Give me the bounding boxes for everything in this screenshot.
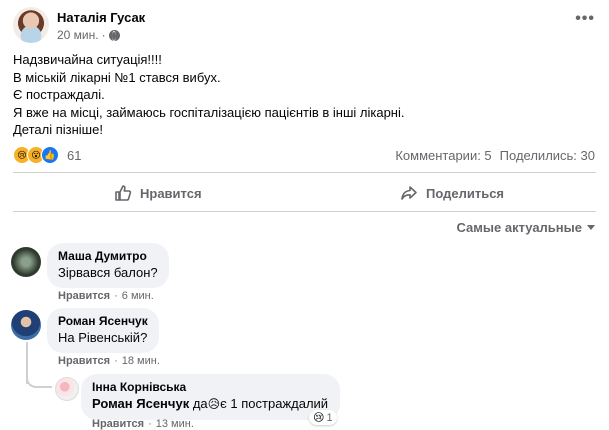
like-button[interactable]: Нравится	[114, 180, 202, 206]
caret-down-icon	[587, 225, 595, 230]
post-stats: Комментарии: 5 Поделились: 30	[395, 148, 595, 163]
replier-avatar[interactable]	[55, 377, 79, 401]
post-body: Надзвичайна ситуація!!!! В міській лікар…	[13, 51, 404, 139]
divider	[13, 211, 596, 212]
reply-reaction-badge[interactable]: 😢 1	[309, 410, 337, 425]
post-line: В міській лікарні №1 стався вибух.	[13, 69, 221, 85]
comment-like-link[interactable]: Нравится	[58, 290, 110, 302]
commenter-avatar[interactable]	[11, 247, 41, 277]
comment-text: Зірвався балон?	[58, 265, 158, 280]
commenter-name[interactable]: Маша Думитро	[58, 249, 158, 264]
meta-separator: ·	[114, 290, 118, 302]
reply-mention[interactable]: Роман Ясенчук	[92, 396, 189, 411]
shares-count[interactable]: Поделились: 30	[500, 148, 595, 163]
commenter-avatar[interactable]	[11, 310, 41, 340]
sad-emoji-icon: 😥	[207, 397, 221, 411]
share-button[interactable]: Поделиться	[400, 180, 504, 206]
meta-separator: ·	[114, 355, 118, 367]
share-button-label: Поделиться	[426, 185, 505, 201]
post-line: Надзвичайна ситуація!!!!	[13, 52, 162, 67]
comment-time[interactable]: 18 мин.	[122, 355, 160, 367]
post-meta: 20 мин. ·	[57, 28, 120, 42]
author-avatar[interactable]	[13, 7, 49, 43]
comment-meta: Нравится · 18 мин.	[58, 355, 160, 367]
comment-text: На Рівенській?	[58, 330, 148, 345]
post-time[interactable]: 20 мин.	[57, 28, 99, 42]
thumbs-up-icon	[115, 185, 132, 201]
replier-name[interactable]: Інна Корнівська	[92, 380, 328, 395]
reply-meta: Нравится · 13 мин.	[92, 418, 194, 430]
post-line: Я вже на місці, займаюсь госпіталізацією…	[13, 104, 405, 120]
comment-bubble: Роман Ясенчук На Рівенській?	[47, 308, 159, 353]
comment-sort-label: Самые актуальные	[456, 220, 583, 235]
comment-sort-dropdown[interactable]: Самые актуальные	[456, 220, 595, 235]
divider	[13, 172, 596, 173]
post-line: Є постраждалі.	[13, 87, 105, 102]
meta-separator: ·	[148, 418, 152, 430]
post-line: Деталі пізніше!	[13, 122, 103, 137]
reply-bubble: Інна Корнівська Роман Ясенчук да😥є 1 пос…	[81, 374, 341, 420]
reply-text: Роман Ясенчук да😥є 1 постраждалий	[92, 395, 328, 413]
comments-count[interactable]: Комментарии: 5	[395, 148, 491, 163]
globe-icon	[108, 29, 120, 41]
thread-connector	[26, 370, 52, 388]
comment-like-link[interactable]: Нравится	[58, 355, 110, 367]
comment-meta: Нравится · 6 мин.	[58, 290, 154, 302]
reply-like-link[interactable]: Нравится	[92, 418, 144, 430]
reactions-summary[interactable]: 😢 😮 👍 61	[13, 146, 81, 164]
comment-time[interactable]: 6 мин.	[122, 290, 154, 302]
sad-reaction-icon: 😢	[313, 412, 325, 424]
reply-time[interactable]: 13 мин.	[156, 418, 194, 430]
reply-text-after: є 1 постраждалий	[220, 396, 329, 411]
reply-reaction-count: 1	[326, 411, 333, 424]
comment-bubble: Маша Думитро Зірвався балон?	[47, 243, 169, 288]
reply-text-before: да	[192, 396, 208, 411]
like-button-label: Нравится	[140, 185, 202, 201]
more-options-icon[interactable]: •••	[575, 10, 595, 28]
share-icon	[401, 186, 417, 200]
like-reaction-icon: 👍	[41, 146, 59, 164]
post-author-name[interactable]: Наталія Гусак	[57, 10, 145, 25]
meta-separator: ·	[101, 28, 106, 42]
commenter-name[interactable]: Роман Ясенчук	[58, 314, 148, 329]
reactions-count[interactable]: 61	[67, 148, 81, 163]
